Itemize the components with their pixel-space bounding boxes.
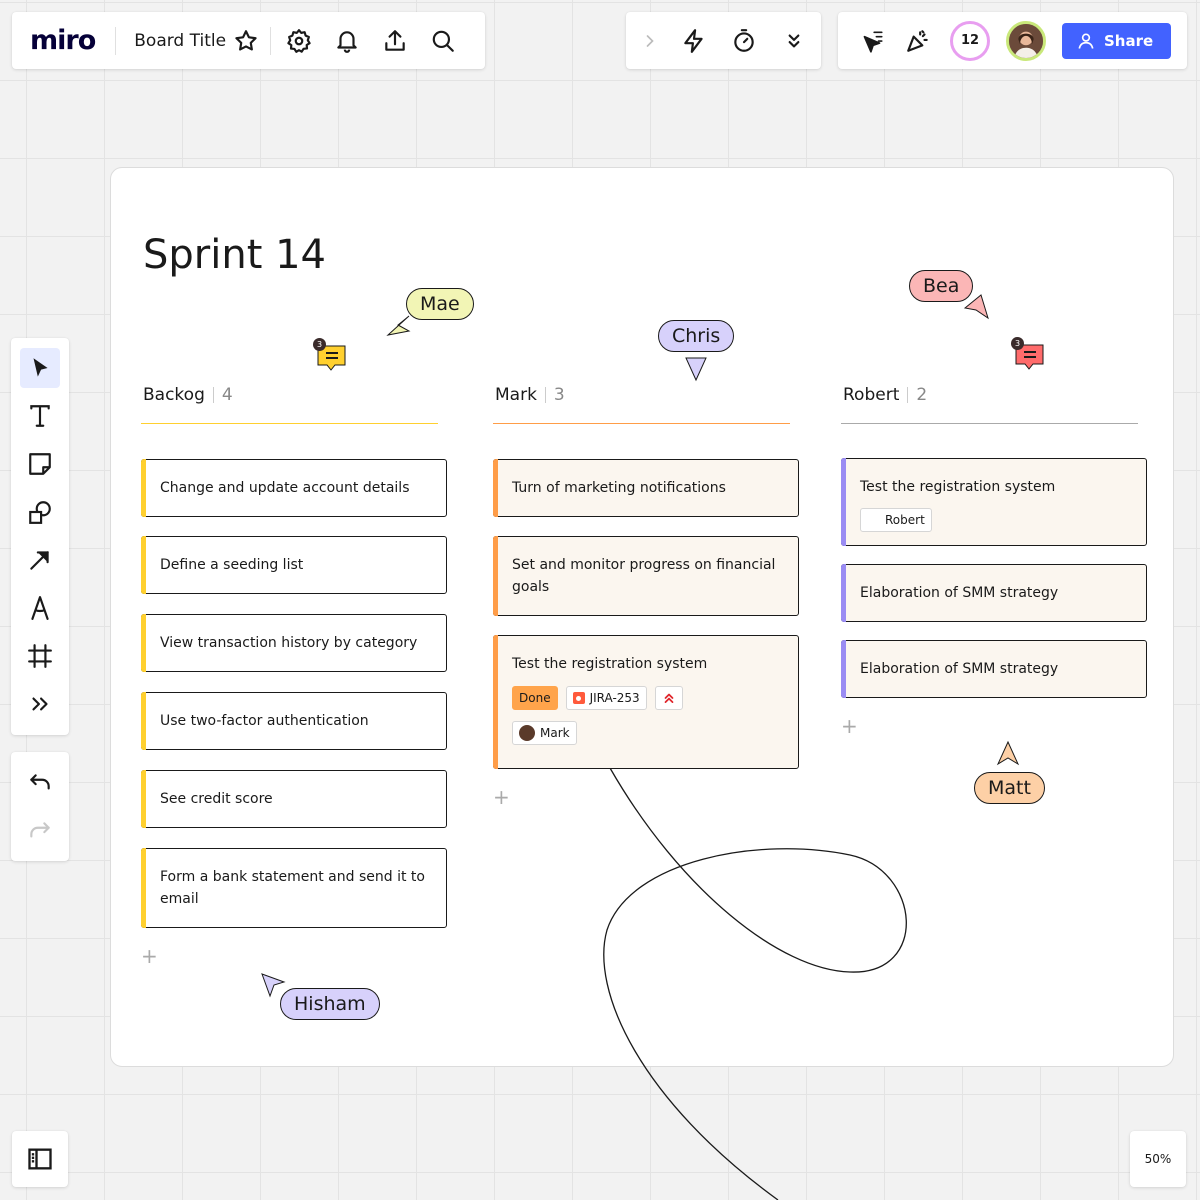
column-count: 2 (907, 387, 927, 404)
zoom-level[interactable]: 50% (1130, 1131, 1186, 1187)
add-card-button[interactable]: + (141, 944, 158, 968)
assignee-tag[interactable]: Robert (860, 508, 932, 532)
comment-count-badge: 3 (313, 338, 326, 351)
sticky-note-icon (29, 453, 51, 475)
card[interactable]: Change and update account details (141, 459, 447, 517)
text-icon (30, 405, 50, 427)
column-name: Robert (843, 385, 900, 405)
double-chevron-right-icon (32, 697, 48, 711)
card-text: Turn of marketing notifications (512, 480, 726, 496)
comment-count-badge: 3 (1011, 337, 1024, 350)
collaborator-cursor-label: Matt (974, 772, 1045, 804)
assignee-name: Robert (885, 513, 925, 527)
add-card-button[interactable]: + (841, 714, 858, 738)
cursor-icon (33, 358, 48, 377)
history-panel (11, 752, 69, 861)
card-text: Form a bank statement and send it to ema… (160, 869, 425, 907)
card-text: Set and monitor progress on financial go… (512, 557, 776, 595)
collaborator-cursor-label: Hisham (280, 988, 380, 1020)
status-badge[interactable]: Done (512, 686, 558, 710)
card[interactable]: See credit score (141, 770, 447, 828)
sidebar-icon (28, 1148, 52, 1170)
creation-toolbar (11, 338, 69, 735)
card[interactable]: Turn of marketing notifications (493, 459, 799, 517)
card[interactable]: Test the registration system Done JIRA-2… (493, 635, 799, 769)
card-text: Define a seeding list (160, 557, 304, 573)
sidebar-toggle-button[interactable] (12, 1131, 68, 1187)
priority-high-icon (664, 693, 674, 703)
cursor-pointer-icon (996, 740, 1020, 766)
card-text: Use two-factor authentication (160, 713, 369, 729)
card[interactable]: Elaboration of SMM strategy (841, 564, 1147, 622)
collaborator-cursor-label: Mae (406, 288, 474, 320)
cursor-pointer-icon (685, 357, 707, 382)
assignee-avatar (519, 725, 535, 741)
frame-tool[interactable] (20, 636, 60, 676)
ticket-id: JIRA-253 (589, 691, 640, 705)
shapes-tool[interactable] (20, 492, 60, 532)
assignee-name: Mark (540, 726, 570, 740)
column-name: Mark (495, 385, 537, 405)
sprint-title[interactable]: Sprint 14 (143, 232, 326, 278)
card[interactable]: Test the registration system Robert (841, 458, 1147, 546)
jira-icon (572, 692, 585, 704)
cursor-pointer-icon (386, 315, 411, 336)
card-text: View transaction history by category (160, 635, 418, 651)
frame-icon (28, 644, 52, 668)
connector-tool[interactable] (20, 540, 60, 580)
select-tool[interactable] (20, 348, 60, 388)
card-text: Change and update account details (160, 480, 410, 496)
column-header[interactable]: Backog 4 (143, 385, 233, 405)
comment-icon[interactable]: 3 (313, 338, 347, 374)
card-text: See credit score (160, 791, 273, 807)
arrow-icon (30, 551, 49, 570)
column-divider (841, 423, 1138, 424)
card-text: Elaboration of SMM strategy (860, 661, 1059, 677)
card[interactable]: Elaboration of SMM strategy (841, 640, 1147, 698)
redo-icon (30, 821, 50, 837)
card[interactable]: Use two-factor authentication (141, 692, 447, 750)
comment-icon[interactable]: 3 (1011, 337, 1045, 373)
column-count: 3 (544, 387, 565, 404)
column-header[interactable]: Mark 3 (495, 385, 565, 405)
card[interactable]: Set and monitor progress on financial go… (493, 536, 799, 616)
jira-ticket-tag[interactable]: JIRA-253 (565, 686, 647, 710)
column-divider (493, 423, 790, 424)
card-text: Test the registration system (512, 656, 708, 672)
card-text: Elaboration of SMM strategy (860, 585, 1059, 601)
column-divider (141, 423, 438, 424)
shapes-icon (29, 501, 51, 524)
collaborator-cursor-label: Chris (658, 320, 735, 352)
more-tools-button[interactable] (20, 684, 60, 724)
card[interactable]: View transaction history by category (141, 614, 447, 672)
column-header[interactable]: Robert 2 (843, 385, 927, 405)
cursor-pointer-icon (963, 294, 989, 320)
priority-tag[interactable] (654, 686, 683, 710)
card[interactable]: Form a bank statement and send it to ema… (141, 848, 447, 928)
undo-button[interactable] (20, 763, 60, 803)
pen-icon (31, 596, 49, 620)
sticky-note-tool[interactable] (20, 444, 60, 484)
redo-button[interactable] (20, 811, 60, 851)
card[interactable]: Define a seeding list (141, 536, 447, 594)
card-text: Test the registration system (860, 479, 1056, 495)
text-tool[interactable] (20, 396, 60, 436)
column-name: Backog (143, 385, 205, 405)
undo-icon (30, 773, 50, 789)
add-card-button[interactable]: + (493, 785, 510, 809)
assignee-tag[interactable]: Mark (512, 721, 577, 745)
column-count: 4 (212, 387, 233, 404)
pen-tool[interactable] (20, 588, 60, 628)
